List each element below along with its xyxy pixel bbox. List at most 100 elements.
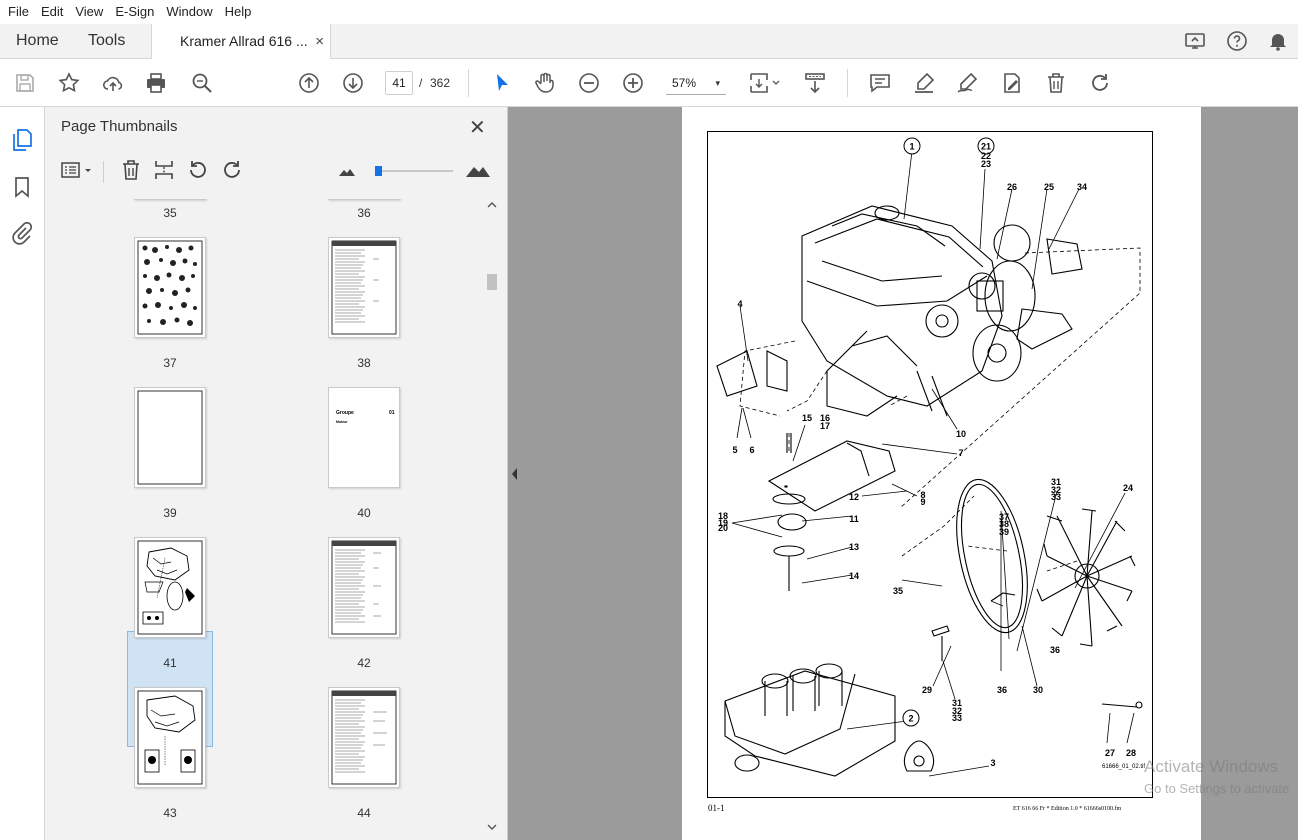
callout-33-lower: 33 xyxy=(952,713,962,723)
activation-watermark-title: Activate Windows xyxy=(1144,757,1279,776)
insert-page-icon[interactable] xyxy=(152,158,176,182)
fill-sign-icon[interactable] xyxy=(1000,71,1024,95)
notifications-bell-icon[interactable] xyxy=(1266,29,1290,53)
select-cursor-icon[interactable] xyxy=(490,71,514,95)
bookmark-star-icon[interactable] xyxy=(57,71,81,95)
callout-13: 13 xyxy=(849,542,859,552)
menu-help[interactable]: Help xyxy=(219,0,258,24)
menu-window[interactable]: Window xyxy=(160,0,218,24)
callout-3: 3 xyxy=(990,758,995,768)
callout-27: 27 xyxy=(1105,748,1115,758)
hand-tool-icon[interactable] xyxy=(533,71,557,95)
thumbnail-label: 40 xyxy=(357,506,371,520)
scroll-mode-icon[interactable] xyxy=(803,71,827,95)
callout-28: 28 xyxy=(1126,748,1136,758)
callout-36-lower: 36 xyxy=(997,685,1007,695)
thumbnail-scrollbar[interactable] xyxy=(485,199,499,840)
save-icon[interactable] xyxy=(13,71,37,95)
page-thumbnail-39[interactable] xyxy=(134,387,206,488)
page-footer-edition: ET 616 66 Fr * Edition 1.0 * 61666s0100.… xyxy=(1013,806,1122,812)
zoom-level-dropdown[interactable]: 57% ▾ xyxy=(666,71,726,95)
close-panel-button[interactable]: ✕ xyxy=(469,115,486,140)
page-thumbnail-38[interactable] xyxy=(328,237,400,338)
search-zoom-icon[interactable] xyxy=(190,71,214,95)
thumbnail-section-subtitle: Moteur xyxy=(336,420,348,424)
menu-view[interactable]: View xyxy=(69,0,109,24)
delete-trash-icon[interactable] xyxy=(1044,71,1068,95)
chevron-down-icon: ▾ xyxy=(715,78,720,88)
large-thumbnails-mountain-icon[interactable] xyxy=(465,158,491,182)
rotate-counterclockwise-icon[interactable] xyxy=(186,158,210,182)
callout-34: 34 xyxy=(1077,182,1087,192)
tab-document[interactable]: Kramer Allrad 616 ... × xyxy=(151,24,331,59)
attachments-paperclip-icon[interactable] xyxy=(10,221,34,245)
callout-14: 14 xyxy=(849,571,859,581)
menu-edit[interactable]: Edit xyxy=(35,0,69,24)
callout-35: 35 xyxy=(893,586,903,596)
callout-29: 29 xyxy=(922,685,932,695)
rotate-clockwise-page-icon[interactable] xyxy=(220,158,244,182)
thumbnail-parts-list-image xyxy=(331,690,397,785)
collapse-panel-chevron-icon[interactable] xyxy=(508,460,522,488)
rotate-clockwise-icon[interactable] xyxy=(1088,71,1112,95)
thumbnail-size-slider[interactable] xyxy=(375,166,453,176)
delete-page-trash-icon[interactable] xyxy=(119,158,143,182)
page-thumbnail-43[interactable] xyxy=(134,687,206,788)
toolbar-divider xyxy=(468,69,469,97)
thumbnail-label: 35 xyxy=(163,206,177,220)
thumbnail-parts-grid-image xyxy=(137,240,203,335)
thumbnail-label: 41 xyxy=(163,656,177,670)
document-tab-title: Kramer Allrad 616 ... xyxy=(180,33,308,49)
page-fit-icon[interactable] xyxy=(748,71,782,95)
callout-39: 39 xyxy=(999,527,1009,537)
small-thumbnails-mountain-icon[interactable] xyxy=(335,158,359,182)
page-thumbnail-36[interactable] xyxy=(328,199,400,200)
close-tab-button[interactable]: × xyxy=(315,24,324,59)
zoom-in-icon[interactable] xyxy=(621,71,645,95)
thumbnail-blank-page-image xyxy=(137,390,203,485)
zoom-value: 57% xyxy=(672,76,697,90)
cloud-upload-icon[interactable] xyxy=(101,71,125,95)
thumbnail-label: 43 xyxy=(163,806,177,820)
page-separator: / xyxy=(419,76,423,90)
menu-file[interactable]: File xyxy=(2,0,35,24)
draw-signature-icon[interactable] xyxy=(955,71,979,95)
highlight-pen-icon[interactable] xyxy=(912,71,936,95)
tab-home[interactable]: Home xyxy=(16,24,59,58)
drawing-reference: 61666_01_02.tif xyxy=(1102,764,1146,770)
next-page-icon[interactable] xyxy=(341,71,365,95)
callout-15: 15 xyxy=(802,413,812,423)
thumbnail-parts-list-image xyxy=(331,540,397,635)
share-screen-icon[interactable] xyxy=(1183,29,1207,53)
page-thumbnail-35[interactable] xyxy=(134,199,206,200)
thumbnail-engine-drawing-image xyxy=(137,540,203,635)
help-icon[interactable] xyxy=(1225,29,1249,53)
tab-bar: Home Tools Kramer Allrad 616 ... × xyxy=(0,24,1298,59)
print-icon[interactable] xyxy=(144,71,168,95)
thumbnail-list: 35 36 37 38 39 Groupe 01 Moteur 40 41 42… xyxy=(45,199,485,840)
page-thumbnail-44[interactable] xyxy=(328,687,400,788)
bookmarks-icon[interactable] xyxy=(10,175,34,199)
callout-1: 1 xyxy=(909,142,914,152)
callout-5: 5 xyxy=(732,445,737,455)
acrobat-window: File Edit View E-Sign Window Help Home T… xyxy=(0,0,1298,840)
previous-page-icon[interactable] xyxy=(297,71,321,95)
toolbar-divider xyxy=(847,69,848,97)
thumbnail-label: 42 xyxy=(357,656,371,670)
zoom-out-icon[interactable] xyxy=(577,71,601,95)
page-thumbnails-panel: Page Thumbnails ✕ 35 36 37 38 39 Groupe … xyxy=(45,107,508,840)
callout-26: 26 xyxy=(1007,182,1017,192)
engine-exploded-view-drawing: 1 21 22 23 26 25 34 4 5 6 15 16 17 10 7 … xyxy=(716,137,1143,777)
comment-icon[interactable] xyxy=(868,71,892,95)
thumbnail-options-icon[interactable] xyxy=(59,158,95,182)
tab-tools[interactable]: Tools xyxy=(88,24,125,58)
page-number-input[interactable]: 41 xyxy=(385,71,413,95)
page-thumbnail-41[interactable] xyxy=(134,537,206,638)
page-thumbnail-42[interactable] xyxy=(328,537,400,638)
page-thumbnail-37[interactable] xyxy=(134,237,206,338)
page-thumbnails-icon[interactable] xyxy=(10,128,34,152)
menu-esign[interactable]: E-Sign xyxy=(109,0,160,24)
callout-17: 17 xyxy=(820,421,830,431)
page-thumbnail-40[interactable]: Groupe 01 Moteur xyxy=(328,387,400,488)
callout-36: 36 xyxy=(1050,645,1060,655)
